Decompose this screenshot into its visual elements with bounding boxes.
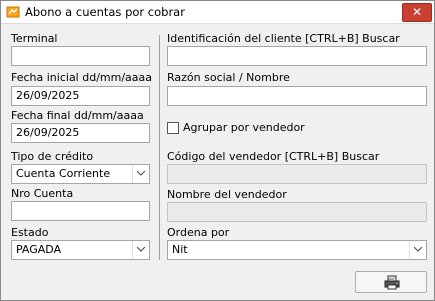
estado-select[interactable]: PAGADA <box>11 240 150 260</box>
codigo-vendedor-label: Código del vendedor [CTRL+B] Buscar <box>167 150 380 163</box>
close-button[interactable]: ✕ <box>402 3 432 22</box>
print-button[interactable] <box>355 271 427 293</box>
app-icon <box>6 5 20 19</box>
fecha-inicial-input[interactable]: 26/09/2025 <box>11 86 150 106</box>
fecha-inicial-label: Fecha inicial dd/mm/aaaa <box>11 71 153 84</box>
nro-cuenta-label: Nro Cuenta <box>11 187 74 200</box>
nombre-vendedor-input[interactable] <box>167 202 427 222</box>
razon-social-input[interactable] <box>167 86 427 106</box>
column-divider <box>159 35 160 260</box>
terminal-input[interactable] <box>11 46 150 66</box>
ordena-select[interactable]: Nit <box>167 240 427 260</box>
close-icon: ✕ <box>411 5 423 19</box>
identificacion-label: Identificación del cliente [CTRL+B] Busc… <box>167 32 400 45</box>
dialog-window: Abono a cuentas por cobrar ✕ Terminal Fe… <box>0 0 435 301</box>
window-title: Abono a cuentas por cobrar <box>25 5 185 19</box>
agrupar-checkbox[interactable] <box>167 122 179 134</box>
nombre-vendedor-label: Nombre del vendedor <box>167 188 287 201</box>
nro-cuenta-input[interactable] <box>11 201 150 221</box>
chevron-down-icon[interactable] <box>132 165 149 183</box>
tipo-credito-label: Tipo de crédito <box>11 150 94 163</box>
terminal-label: Terminal <box>11 32 58 45</box>
ordena-value: Nit <box>172 243 188 256</box>
chevron-down-icon[interactable] <box>409 241 426 259</box>
fecha-final-label: Fecha final dd/mm/aaaa <box>11 109 144 122</box>
agrupar-label[interactable]: Agrupar por vendedor <box>183 121 305 134</box>
razon-social-label: Razón social / Nombre <box>167 71 290 84</box>
chevron-down-icon[interactable] <box>132 241 149 259</box>
estado-label: Estado <box>11 226 49 239</box>
identificacion-input[interactable] <box>167 46 427 66</box>
estado-value: PAGADA <box>16 243 62 256</box>
tipo-credito-select[interactable]: Cuenta Corriente <box>11 164 150 184</box>
fecha-final-input[interactable]: 26/09/2025 <box>11 123 150 143</box>
ordena-label: Ordena por <box>167 226 230 239</box>
tipo-credito-value: Cuenta Corriente <box>16 167 111 180</box>
codigo-vendedor-input[interactable] <box>167 164 427 184</box>
title-bar: Abono a cuentas por cobrar ✕ <box>1 1 434 24</box>
